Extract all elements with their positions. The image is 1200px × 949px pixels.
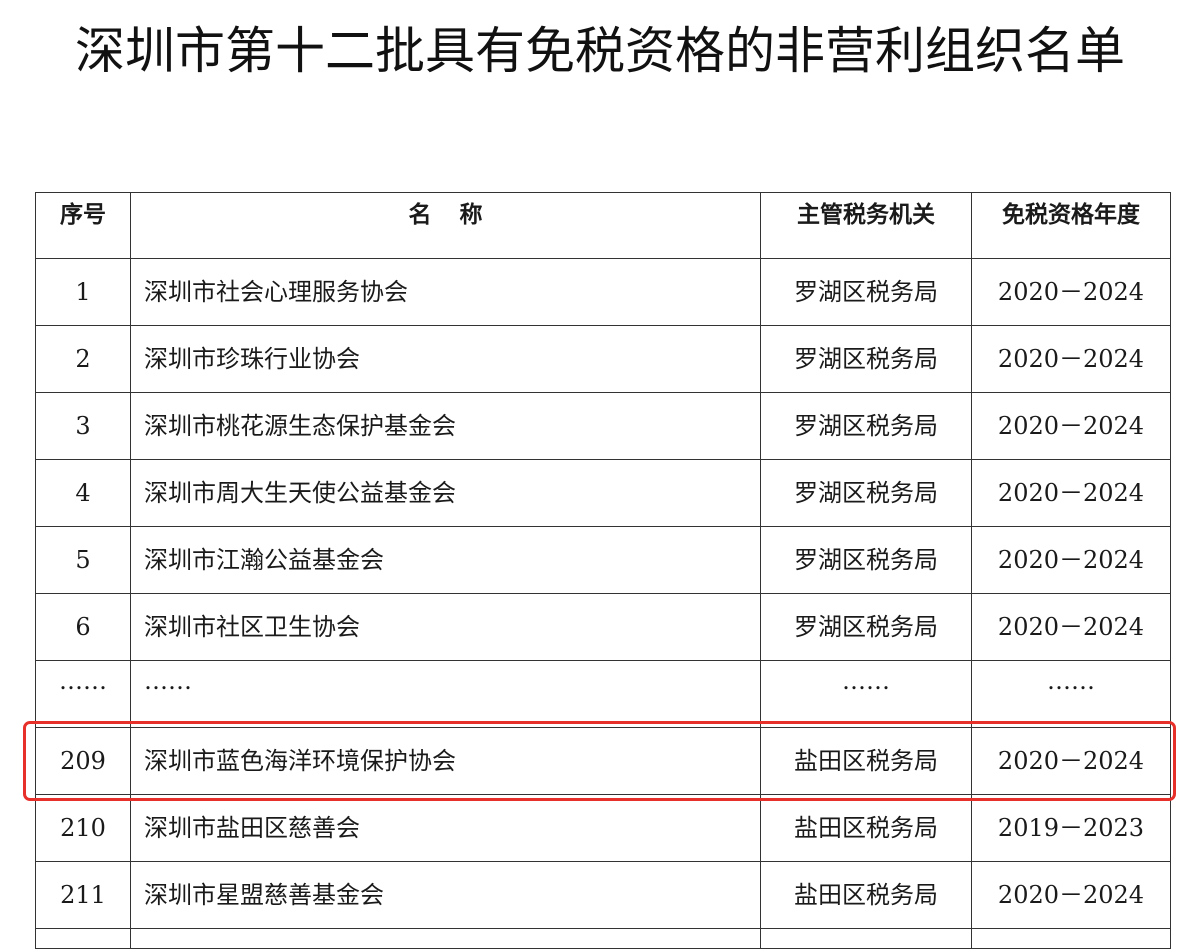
table-row: 1 深圳市社会心理服务协会 罗湖区税务局 2020－2024 (35, 258, 1171, 326)
row-cell-empty (35, 928, 131, 949)
table-row: 4 深圳市周大生天使公益基金会 罗湖区税务局 2020－2024 (35, 459, 1171, 527)
row-office: 罗湖区税务局 (760, 392, 972, 460)
row-office: 罗湖区税务局 (760, 258, 972, 326)
row-years: 2020－2024 (971, 325, 1171, 393)
table-row-cut (35, 928, 1171, 949)
organization-table: 序号 名称 主管税务机关 免税资格年度 1 深圳市社会心理服务协会 罗湖区税务局… (35, 192, 1171, 949)
row-office: 罗湖区税务局 (760, 593, 972, 661)
row-office: 盐田区税务局 (760, 794, 972, 862)
row-num: 209 (35, 727, 131, 795)
header-office: 主管税务机关 (760, 192, 972, 259)
row-cell-empty (971, 928, 1171, 949)
row-num: 6 (35, 593, 131, 661)
row-name: 深圳市星盟慈善基金会 (130, 861, 761, 929)
row-num: …… (35, 660, 131, 728)
table-row-ellipsis: …… …… …… …… (35, 660, 1171, 728)
row-num: 1 (35, 258, 131, 326)
header-name: 名称 (130, 192, 761, 259)
row-name: 深圳市江瀚公益基金会 (130, 526, 761, 594)
row-num: 4 (35, 459, 131, 527)
row-name: 深圳市盐田区慈善会 (130, 794, 761, 862)
row-num: 210 (35, 794, 131, 862)
row-name: 深圳市社会心理服务协会 (130, 258, 761, 326)
row-years: 2020－2024 (971, 727, 1171, 795)
table-row: 211 深圳市星盟慈善基金会 盐田区税务局 2020－2024 (35, 861, 1171, 929)
table-row-highlighted: 209 深圳市蓝色海洋环境保护协会 盐田区税务局 2020－2024 (35, 727, 1171, 795)
row-num: 5 (35, 526, 131, 594)
row-years: …… (971, 660, 1171, 728)
row-num: 3 (35, 392, 131, 460)
row-name: 深圳市珍珠行业协会 (130, 325, 761, 393)
row-years: 2019－2023 (971, 794, 1171, 862)
row-num: 211 (35, 861, 131, 929)
row-name: 深圳市社区卫生协会 (130, 593, 761, 661)
row-name: 深圳市周大生天使公益基金会 (130, 459, 761, 527)
table-row: 2 深圳市珍珠行业协会 罗湖区税务局 2020－2024 (35, 325, 1171, 393)
row-office: 罗湖区税务局 (760, 325, 972, 393)
row-name: …… (130, 660, 761, 728)
row-years: 2020－2024 (971, 459, 1171, 527)
table-row: 210 深圳市盐田区慈善会 盐田区税务局 2019－2023 (35, 794, 1171, 862)
row-office: 盐田区税务局 (760, 861, 972, 929)
row-years: 2020－2024 (971, 392, 1171, 460)
row-name: 深圳市桃花源生态保护基金会 (130, 392, 761, 460)
row-cell-empty (130, 928, 761, 949)
table-header-row: 序号 名称 主管税务机关 免税资格年度 (35, 192, 1171, 259)
row-years: 2020－2024 (971, 861, 1171, 929)
header-years: 免税资格年度 (971, 192, 1171, 259)
table-row: 6 深圳市社区卫生协会 罗湖区税务局 2020－2024 (35, 593, 1171, 661)
page-title: 深圳市第十二批具有免税资格的非营利组织名单 (75, 22, 1125, 80)
row-num: 2 (35, 325, 131, 393)
row-name: 深圳市蓝色海洋环境保护协会 (130, 727, 761, 795)
table-row: 5 深圳市江瀚公益基金会 罗湖区税务局 2020－2024 (35, 526, 1171, 594)
row-office: 罗湖区税务局 (760, 526, 972, 594)
row-years: 2020－2024 (971, 593, 1171, 661)
header-num: 序号 (35, 192, 131, 259)
header-name-label: 名称 (408, 202, 511, 228)
row-years: 2020－2024 (971, 258, 1171, 326)
row-office: 盐田区税务局 (760, 727, 972, 795)
row-years: 2020－2024 (971, 526, 1171, 594)
table-row: 3 深圳市桃花源生态保护基金会 罗湖区税务局 2020－2024 (35, 392, 1171, 460)
row-cell-empty (760, 928, 972, 949)
row-office: …… (760, 660, 972, 728)
row-office: 罗湖区税务局 (760, 459, 972, 527)
